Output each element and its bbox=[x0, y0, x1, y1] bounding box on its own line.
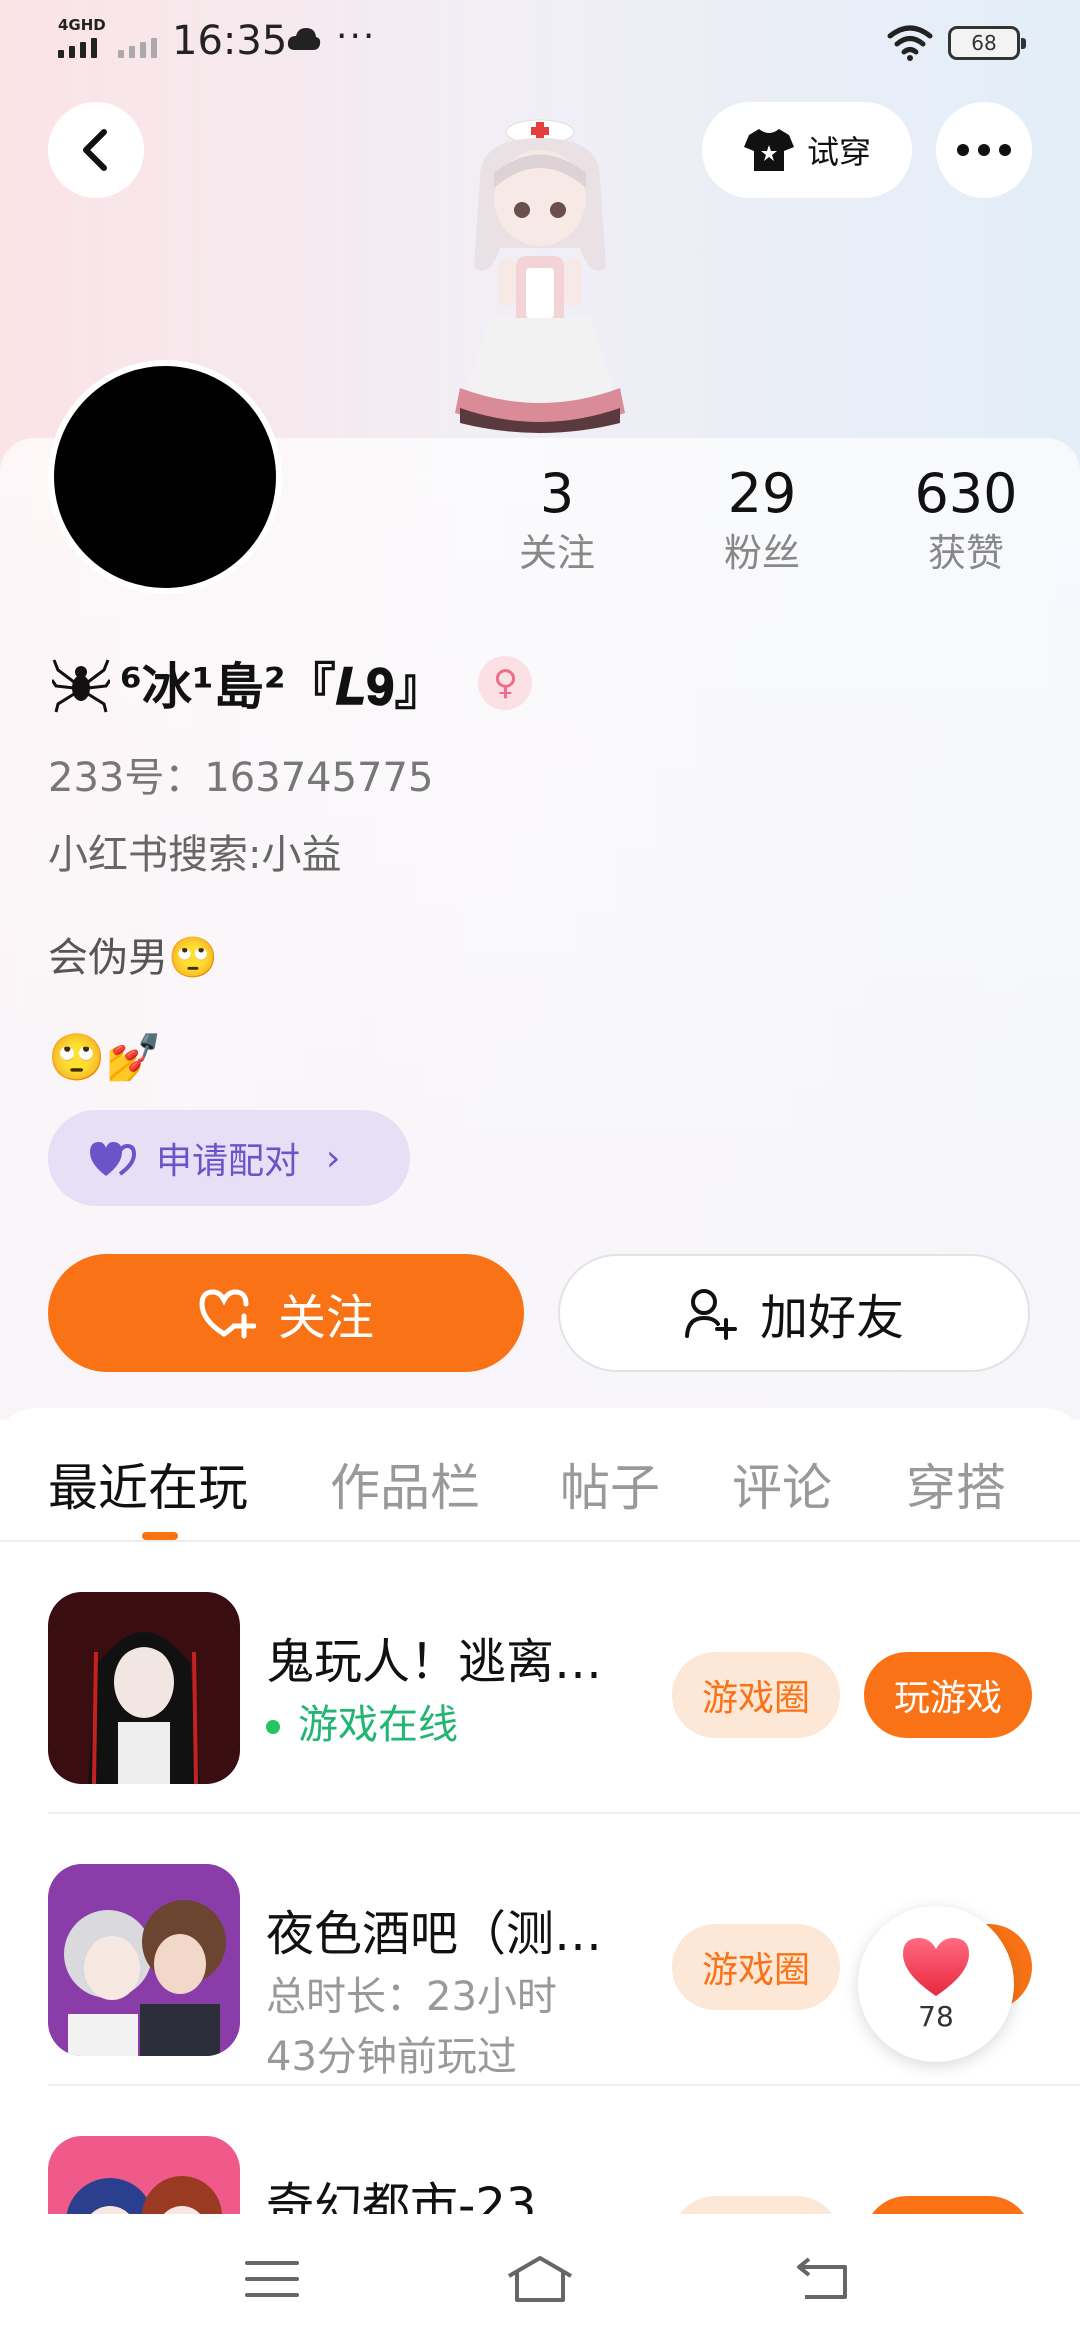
back-nav-button[interactable] bbox=[784, 2244, 864, 2314]
followers-label: 粉丝 bbox=[723, 531, 800, 575]
active-tab-indicator bbox=[142, 1532, 178, 1540]
username-row: ⁶冰¹島²『𝑳𝟗』 ♀ bbox=[52, 648, 533, 718]
game-online-status: 游戏在线 bbox=[298, 1702, 458, 1748]
game-row[interactable]: 奇幻都市-23… bbox=[48, 2086, 1080, 2214]
game-icon-fantasy-city bbox=[48, 2136, 240, 2214]
bio-line-3: 🙄💅 bbox=[48, 1030, 163, 1084]
tab-works[interactable]: 作品栏 bbox=[330, 1448, 480, 1520]
heart-plus-icon bbox=[199, 1289, 256, 1339]
menu-nav-button[interactable] bbox=[232, 2244, 312, 2314]
chevron-left-icon bbox=[83, 129, 107, 171]
game-title: 鬼玩人！逃离… bbox=[266, 1634, 603, 1690]
clock: 16:35 bbox=[172, 18, 288, 64]
bio-line-1: 小红书搜索:小益 bbox=[48, 832, 342, 878]
tab-recently-played[interactable]: 最近在玩 bbox=[48, 1448, 248, 1520]
return-icon bbox=[797, 2257, 847, 2299]
game-title: 夜色酒吧（测… bbox=[266, 1906, 603, 1962]
home-icon bbox=[507, 2256, 573, 2302]
more-options-button[interactable] bbox=[936, 102, 1032, 198]
game-circle-button-partial[interactable] bbox=[672, 2196, 840, 2214]
signal-secondary-icon bbox=[118, 38, 157, 58]
stat-followers[interactable]: 29 粉丝 bbox=[692, 462, 832, 580]
tab-comments[interactable]: 评论 bbox=[732, 1448, 832, 1520]
following-label: 关注 bbox=[518, 531, 595, 575]
heart-pair-icon bbox=[90, 1142, 137, 1176]
back-button[interactable] bbox=[48, 102, 144, 198]
game-duration: 总时长：23小时 bbox=[266, 1974, 557, 2020]
game-circle-button[interactable]: 游戏圈 bbox=[672, 1652, 840, 1738]
add-friend-label: 加好友 bbox=[759, 1290, 904, 1346]
tab-posts[interactable]: 帖子 bbox=[560, 1448, 660, 1520]
game-last-played: 43分钟前玩过 bbox=[266, 2034, 517, 2080]
play-game-button-partial[interactable] bbox=[864, 2196, 1032, 2214]
character-avatar-illustration bbox=[455, 119, 625, 433]
avatar[interactable] bbox=[48, 360, 282, 594]
stat-following[interactable]: 3 关注 bbox=[487, 462, 627, 580]
game-status: 游戏在线 bbox=[266, 1692, 458, 1750]
play-game-button[interactable]: 玩游戏 bbox=[864, 1652, 1032, 1738]
signal-icon bbox=[58, 38, 97, 58]
follow-label: 关注 bbox=[277, 1290, 374, 1346]
request-pair-label: 申请配对 bbox=[156, 1141, 301, 1182]
game-icon-bar bbox=[48, 1864, 240, 2056]
add-user-icon bbox=[684, 1289, 737, 1340]
content-panel: 最近在玩 作品栏 帖子 评论 穿搭 鬼玩人！逃离… 游戏在线 游戏圈 玩游戏 夜… bbox=[0, 1408, 1080, 2340]
tab-bar: 最近在玩 作品栏 帖子 评论 穿搭 bbox=[0, 1408, 1080, 1542]
following-count: 3 bbox=[539, 462, 575, 525]
likes-label: 获赞 bbox=[927, 531, 1004, 575]
chevron-right-icon: › bbox=[326, 1137, 341, 1179]
menu-icon bbox=[245, 2261, 299, 2297]
like-count: 78 bbox=[918, 1999, 954, 2033]
wifi-icon bbox=[887, 25, 933, 61]
try-on-button[interactable]: 试穿 bbox=[702, 102, 912, 198]
tab-outfits[interactable]: 穿搭 bbox=[906, 1448, 1006, 1520]
female-icon: ♀ bbox=[478, 656, 533, 710]
more-notifications-icon: ··· bbox=[336, 16, 377, 57]
status-bar: 4GHD 16:35 ··· 68 bbox=[0, 0, 1080, 90]
try-on-label: 试穿 bbox=[806, 133, 871, 171]
request-pair-button[interactable]: 申请配对 › bbox=[48, 1110, 410, 1206]
game-row[interactable]: 鬼玩人！逃离… 游戏在线 游戏圈 玩游戏 bbox=[48, 1542, 1080, 1814]
network-type: 4GHD bbox=[58, 16, 106, 34]
game-circle-button[interactable]: 游戏圈 bbox=[672, 1924, 840, 2010]
home-nav-button[interactable] bbox=[500, 2244, 580, 2314]
followers-count: 29 bbox=[727, 462, 797, 525]
heart-icon bbox=[903, 1937, 969, 1996]
follow-button[interactable]: 关注 bbox=[48, 1254, 524, 1372]
battery-indicator: 68 bbox=[948, 26, 1026, 60]
likes-count: 630 bbox=[914, 462, 1018, 525]
user-id: 233号：163745775 bbox=[48, 755, 434, 801]
stat-likes[interactable]: 630 获赞 bbox=[896, 462, 1036, 580]
online-dot-icon bbox=[266, 1720, 280, 1734]
like-floating-button[interactable]: 78 bbox=[858, 1906, 1014, 2062]
cloud-icon bbox=[287, 28, 321, 50]
username: ⁶冰¹島²『𝑳𝟗』 bbox=[120, 658, 445, 716]
shirt-icon bbox=[743, 129, 794, 171]
game-icon-ghost bbox=[48, 1592, 240, 1784]
add-friend-button[interactable]: 加好友 bbox=[558, 1254, 1030, 1372]
system-nav-bar bbox=[0, 2214, 1080, 2340]
bio-line-2: 会伪男🙄 bbox=[48, 935, 218, 981]
game-title: 奇幻都市-23… bbox=[266, 2178, 585, 2214]
more-dots-icon bbox=[957, 144, 1011, 156]
spider-icon bbox=[52, 659, 110, 713]
